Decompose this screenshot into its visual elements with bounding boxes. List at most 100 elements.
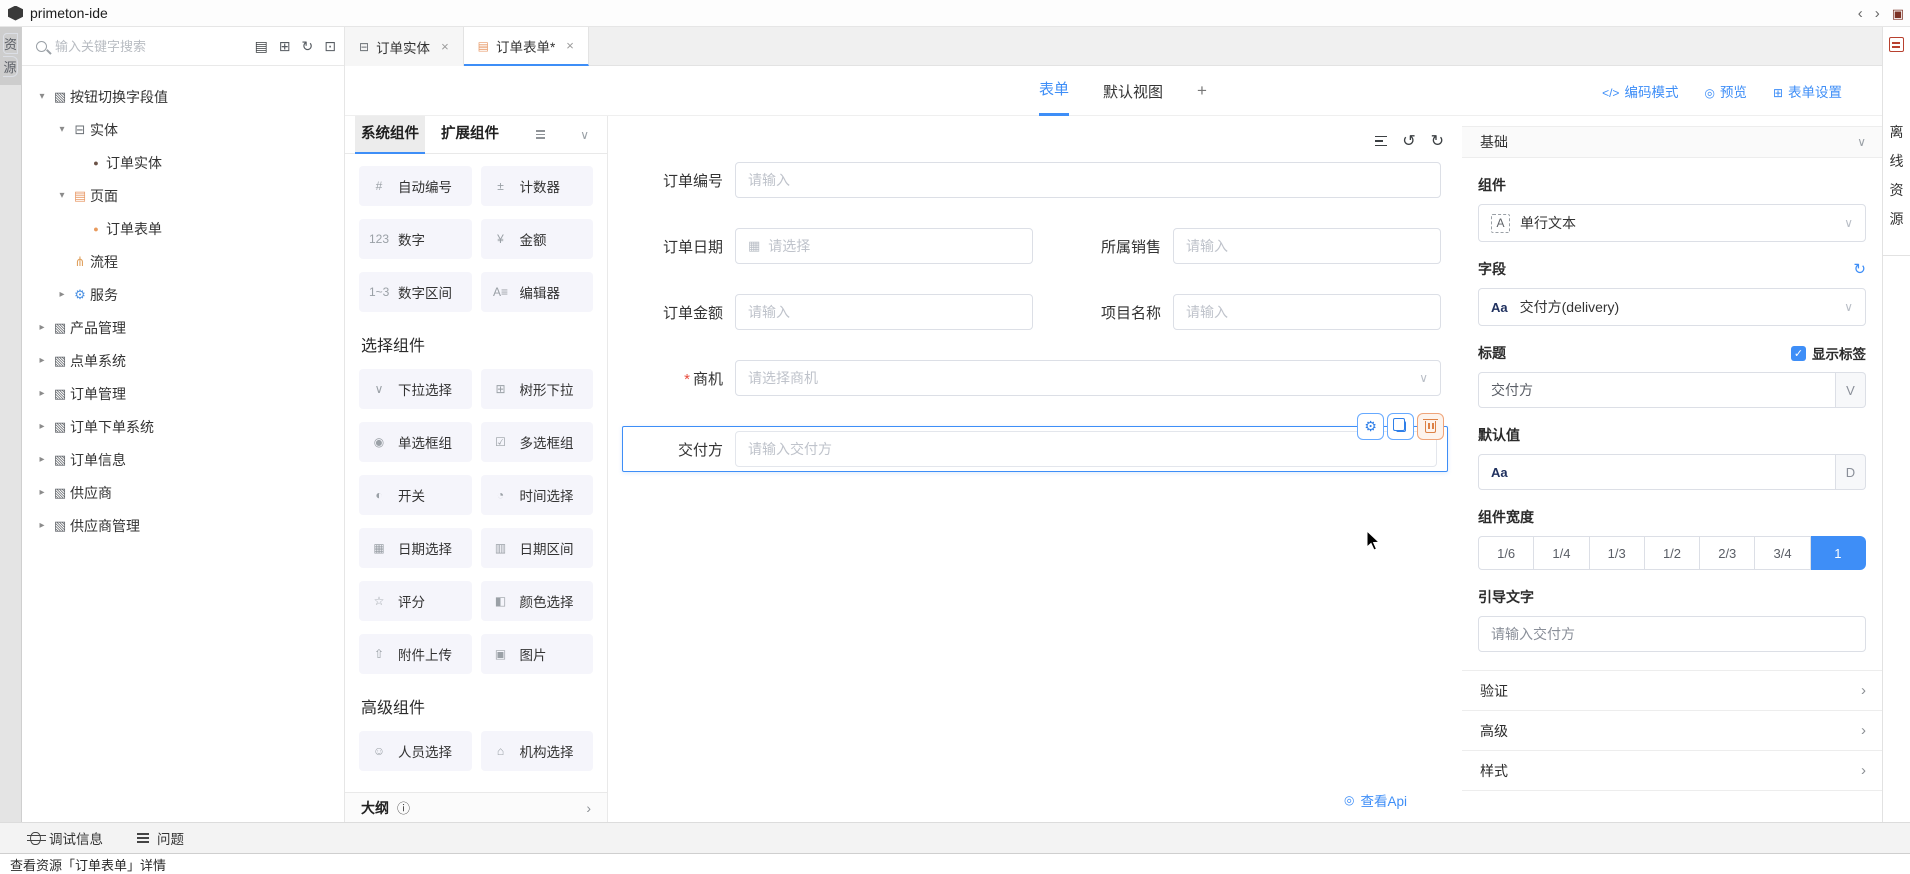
width-option-1-3[interactable]: 1/3 xyxy=(1590,536,1645,570)
order-number-input[interactable] xyxy=(748,172,1428,188)
tree-item-supplier-mgmt[interactable]: ▸▧供应商管理 xyxy=(22,509,344,542)
outline-icon[interactable] xyxy=(1375,136,1387,147)
component-date-range[interactable]: ▥日期区间 xyxy=(481,528,594,568)
tree-item-supplier[interactable]: ▸▧供应商 xyxy=(22,476,344,509)
component-editor[interactable]: A≡编辑器 xyxy=(481,272,594,312)
tab-order-form[interactable]: ▤ 订单表单* × xyxy=(464,27,589,66)
component-switch[interactable]: ◐开关 xyxy=(359,475,472,515)
problems-button[interactable]: 问题 xyxy=(137,828,184,848)
expand-arrow-icon[interactable]: ▾ xyxy=(54,190,70,201)
save-icon[interactable]: ▣ xyxy=(1892,6,1904,22)
offline-resources-rail-tab[interactable]: 离 线 资 源 xyxy=(1883,122,1910,256)
width-option-1-2[interactable]: 1/2 xyxy=(1645,536,1700,570)
close-icon[interactable]: × xyxy=(441,39,449,54)
section-validation[interactable]: 验证› xyxy=(1462,671,1882,711)
variable-suffix-button[interactable]: V xyxy=(1836,372,1866,408)
chevron-down-icon[interactable]: ∨ xyxy=(580,128,589,142)
show-label-checkbox[interactable]: ✓ xyxy=(1791,346,1806,361)
component-time-picker[interactable]: ◔时间选择 xyxy=(481,475,594,515)
tree-item-order-placing-system[interactable]: ▸▧订单下单系统 xyxy=(22,410,344,443)
resources-rail-tab[interactable]: 资 源 xyxy=(0,27,21,85)
width-option-full[interactable]: 1 xyxy=(1811,536,1866,570)
component-number[interactable]: 123数字 xyxy=(359,219,472,259)
component-attachment-upload[interactable]: ⇧附件上传 xyxy=(359,634,472,674)
view-api-link[interactable]: ◎ 查看Api xyxy=(1344,790,1407,810)
tree-item-module[interactable]: ▾▧按钮切换字段值 xyxy=(22,80,344,113)
field-opportunity[interactable]: *商机 ∨ xyxy=(608,360,1462,396)
field-delivery-selected[interactable]: 交付方 ⚙ xyxy=(622,426,1448,472)
field-order-number[interactable]: 订单编号 xyxy=(608,162,1462,198)
default-value-input[interactable] xyxy=(1520,464,1823,480)
code-mode-button[interactable]: </>编码模式 xyxy=(1602,81,1678,101)
expand-arrow-icon[interactable]: ▸ xyxy=(34,421,50,432)
delete-field-button[interactable] xyxy=(1417,413,1444,440)
tree-item-ordering-system[interactable]: ▸▧点单系统 xyxy=(22,344,344,377)
expand-arrow-icon[interactable]: ▸ xyxy=(34,322,50,333)
component-color-picker[interactable]: ◧颜色选择 xyxy=(481,581,594,621)
tab-form-view[interactable]: 表单 xyxy=(1039,66,1069,116)
search-input[interactable] xyxy=(55,39,205,54)
refresh-icon[interactable]: ↻ xyxy=(1853,260,1866,278)
delivery-input[interactable] xyxy=(748,441,1424,457)
component-amount[interactable]: ¥金额 xyxy=(481,219,594,259)
nav-forward-icon[interactable]: › xyxy=(1875,5,1880,22)
offline-resources-icon[interactable] xyxy=(1889,37,1904,52)
component-date-picker[interactable]: ▦日期选择 xyxy=(359,528,472,568)
order-date-picker[interactable]: ▦ xyxy=(735,228,1033,264)
expand-arrow-icon[interactable]: ▸ xyxy=(34,355,50,366)
section-advanced[interactable]: 高级› xyxy=(1462,711,1882,751)
add-view-button[interactable]: + xyxy=(1197,81,1207,101)
section-basic[interactable]: 基础 ∨ xyxy=(1462,126,1882,158)
dynamic-suffix-button[interactable]: D xyxy=(1836,454,1866,490)
menu-icon[interactable] xyxy=(536,130,545,139)
tree-item-order-mgmt[interactable]: ▸▧订单管理 xyxy=(22,377,344,410)
tree-item-order-entity[interactable]: ●订单实体 xyxy=(22,146,344,179)
expand-arrow-icon[interactable]: ▾ xyxy=(34,91,50,102)
component-dropdown[interactable]: ∨下拉选择 xyxy=(359,369,472,409)
tree-item-flow[interactable]: ⋔流程 xyxy=(22,245,344,278)
tree-item-entity-folder[interactable]: ▾⊟实体 xyxy=(22,113,344,146)
project-name-input[interactable] xyxy=(1186,304,1428,320)
expand-arrow-icon[interactable]: ▸ xyxy=(34,454,50,465)
tree-item-page-folder[interactable]: ▾▤页面 xyxy=(22,179,344,212)
order-amount-input[interactable] xyxy=(748,304,1020,320)
component-rating[interactable]: ☆评分 xyxy=(359,581,472,621)
title-input[interactable] xyxy=(1491,382,1823,398)
new-folder-icon[interactable]: ⊞ xyxy=(279,38,291,55)
width-option-1-4[interactable]: 1/4 xyxy=(1534,536,1589,570)
width-option-2-3[interactable]: 2/3 xyxy=(1700,536,1755,570)
component-org-picker[interactable]: ⌂机构选择 xyxy=(481,731,594,771)
component-type-select[interactable]: A 单行文本 ∨ xyxy=(1478,204,1866,242)
tree-item-order-form[interactable]: ●订单表单 xyxy=(22,212,344,245)
outline-footer[interactable]: 大纲 ⓘ › xyxy=(345,792,607,822)
debug-info-button[interactable]: 调试信息 xyxy=(30,828,103,848)
guide-text-input[interactable] xyxy=(1491,626,1853,642)
component-tree-dropdown[interactable]: ⊞树形下拉 xyxy=(481,369,594,409)
width-option-1-6[interactable]: 1/6 xyxy=(1478,536,1534,570)
undo-icon[interactable]: ↺ xyxy=(1402,131,1415,151)
collapse-panel-icon[interactable]: ⊡ xyxy=(324,38,336,55)
component-counter[interactable]: ±计数器 xyxy=(481,166,594,206)
component-radio-group[interactable]: ◉单选框组 xyxy=(359,422,472,462)
component-image[interactable]: ▣图片 xyxy=(481,634,594,674)
section-style[interactable]: 样式› xyxy=(1462,751,1882,791)
tree-item-order-info[interactable]: ▸▧订单信息 xyxy=(22,443,344,476)
expand-arrow-icon[interactable]: ▸ xyxy=(34,520,50,531)
tab-extension-components[interactable]: 扩展组件 xyxy=(435,116,505,154)
tab-system-components[interactable]: 系统组件 xyxy=(355,116,425,154)
form-settings-button[interactable]: ⊞表单设置 xyxy=(1773,81,1842,101)
component-number-range[interactable]: 1~3数字区间 xyxy=(359,272,472,312)
expand-arrow-icon[interactable]: ▸ xyxy=(34,388,50,399)
field-binding-select[interactable]: Aa 交付方(delivery) ∨ xyxy=(1478,288,1866,326)
component-auto-number[interactable]: #自动编号 xyxy=(359,166,472,206)
import-template-icon[interactable]: ▤ xyxy=(255,38,268,55)
tree-item-service[interactable]: ▸⚙服务 xyxy=(22,278,344,311)
expand-arrow-icon[interactable]: ▸ xyxy=(34,487,50,498)
refresh-icon[interactable]: ↻ xyxy=(302,38,314,55)
expand-arrow-icon[interactable]: ▾ xyxy=(54,124,70,135)
expand-arrow-icon[interactable]: ▸ xyxy=(54,289,70,300)
nav-back-icon[interactable]: ‹ xyxy=(1858,5,1863,22)
tab-default-view[interactable]: 默认视图 xyxy=(1103,81,1163,102)
opportunity-select[interactable]: ∨ xyxy=(735,360,1441,396)
tab-order-entity[interactable]: ⊟ 订单实体 × xyxy=(345,27,464,66)
